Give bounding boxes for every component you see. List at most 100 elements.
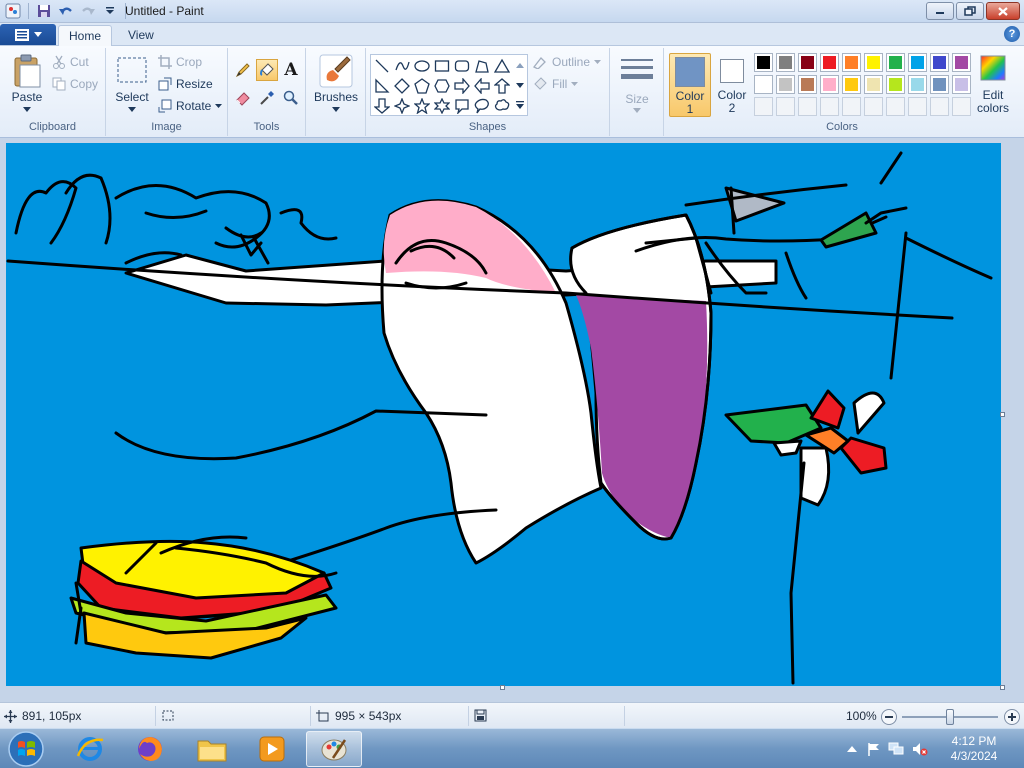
taskbar-internet-explorer[interactable] bbox=[62, 731, 118, 767]
redo-icon[interactable] bbox=[79, 2, 97, 20]
six-point-star-shape[interactable] bbox=[432, 96, 452, 116]
down-arrow-shape[interactable] bbox=[372, 96, 392, 116]
size-button[interactable]: Size bbox=[614, 52, 660, 114]
copy-button[interactable]: Copy bbox=[52, 77, 98, 91]
color-picker-tool[interactable] bbox=[256, 87, 278, 109]
palette-swatch[interactable] bbox=[908, 75, 927, 94]
text-tool[interactable]: A bbox=[280, 59, 302, 81]
palette-swatch[interactable] bbox=[754, 53, 773, 72]
palette-swatch[interactable] bbox=[842, 75, 861, 94]
tab-view[interactable]: View bbox=[118, 25, 164, 46]
restore-button[interactable] bbox=[956, 2, 984, 20]
palette-swatch-empty[interactable] bbox=[820, 97, 839, 116]
palette-swatch[interactable] bbox=[886, 75, 905, 94]
curve-shape[interactable] bbox=[392, 56, 412, 76]
palette-swatch-empty[interactable] bbox=[908, 97, 927, 116]
palette-swatch[interactable] bbox=[864, 53, 883, 72]
zoom-slider[interactable] bbox=[902, 709, 998, 725]
palette-swatch[interactable] bbox=[842, 53, 861, 72]
palette-swatch[interactable] bbox=[820, 75, 839, 94]
palette-swatch[interactable] bbox=[952, 75, 971, 94]
palette-swatch-empty[interactable] bbox=[798, 97, 817, 116]
close-button[interactable] bbox=[986, 2, 1020, 20]
color2-button[interactable]: Color 2 bbox=[713, 53, 751, 117]
cut-button[interactable]: Cut bbox=[52, 55, 89, 69]
hexagon-shape[interactable] bbox=[432, 76, 452, 96]
edit-colors-button[interactable]: Edit colors bbox=[976, 53, 1010, 117]
file-menu-button[interactable] bbox=[0, 24, 56, 45]
rectangle-shape[interactable] bbox=[432, 56, 452, 76]
paste-button[interactable]: Paste bbox=[6, 52, 48, 114]
polygon-shape[interactable] bbox=[472, 56, 492, 76]
cloud-callout-shape[interactable] bbox=[492, 96, 512, 116]
oval-shape[interactable] bbox=[412, 56, 432, 76]
palette-swatch[interactable] bbox=[776, 75, 795, 94]
rotate-button[interactable]: Rotate bbox=[158, 99, 223, 113]
shapes-scroll-up[interactable] bbox=[514, 57, 526, 75]
triangle-shape[interactable] bbox=[492, 56, 512, 76]
palette-swatch[interactable] bbox=[930, 75, 949, 94]
line-shape[interactable] bbox=[372, 56, 392, 76]
palette-swatch[interactable] bbox=[776, 53, 795, 72]
eraser-tool[interactable] bbox=[232, 87, 254, 109]
shapes-expand[interactable] bbox=[514, 96, 526, 114]
paint-app-icon[interactable] bbox=[4, 2, 22, 20]
up-arrow-shape[interactable] bbox=[492, 76, 512, 96]
taskbar-media-player[interactable] bbox=[244, 731, 300, 767]
color1-button[interactable]: Color 1 bbox=[669, 53, 711, 117]
palette-swatch-empty[interactable] bbox=[842, 97, 861, 116]
pencil-tool[interactable] bbox=[232, 59, 254, 81]
palette-swatch-empty[interactable] bbox=[952, 97, 971, 116]
palette-swatch-empty[interactable] bbox=[754, 97, 773, 116]
palette-swatch[interactable] bbox=[886, 53, 905, 72]
crop-button[interactable]: Crop bbox=[158, 55, 202, 69]
volume-muted-icon[interactable] bbox=[912, 741, 928, 757]
palette-swatch[interactable] bbox=[864, 75, 883, 94]
palette-swatch-empty[interactable] bbox=[930, 97, 949, 116]
rounded-callout-shape[interactable] bbox=[452, 96, 472, 116]
outline-button[interactable]: Outline bbox=[532, 55, 602, 69]
fill-tool[interactable] bbox=[256, 59, 278, 81]
action-center-icon[interactable] bbox=[866, 741, 882, 757]
canvas-resize-handle-bottom[interactable] bbox=[500, 685, 505, 690]
left-arrow-shape[interactable] bbox=[472, 76, 492, 96]
palette-swatch-empty[interactable] bbox=[864, 97, 883, 116]
minimize-button[interactable] bbox=[926, 2, 954, 20]
customize-qat-icon[interactable] bbox=[101, 2, 119, 20]
system-clock[interactable]: 4:12 PM 4/3/2024 bbox=[942, 734, 1006, 764]
start-button[interactable] bbox=[4, 729, 48, 768]
palette-swatch[interactable] bbox=[798, 75, 817, 94]
fill-button[interactable]: Fill bbox=[532, 77, 579, 91]
zoom-out-button[interactable] bbox=[881, 709, 897, 725]
palette-swatch-empty[interactable] bbox=[886, 97, 905, 116]
magnifier-tool[interactable] bbox=[280, 87, 302, 109]
palette-swatch[interactable] bbox=[952, 53, 971, 72]
undo-icon[interactable] bbox=[57, 2, 75, 20]
diamond-shape[interactable] bbox=[392, 76, 412, 96]
brushes-button[interactable]: Brushes bbox=[310, 52, 362, 114]
taskbar-paint[interactable] bbox=[306, 731, 362, 767]
palette-swatch[interactable] bbox=[754, 75, 773, 94]
four-point-star-shape[interactable] bbox=[392, 96, 412, 116]
palette-swatch[interactable] bbox=[798, 53, 817, 72]
palette-swatch-empty[interactable] bbox=[776, 97, 795, 116]
palette-swatch[interactable] bbox=[820, 53, 839, 72]
zoom-slider-thumb[interactable] bbox=[946, 709, 954, 725]
right-triangle-shape[interactable] bbox=[372, 76, 392, 96]
palette-swatch[interactable] bbox=[930, 53, 949, 72]
oval-callout-shape[interactable] bbox=[472, 96, 492, 116]
resize-button[interactable]: Resize bbox=[158, 77, 213, 91]
pentagon-shape[interactable] bbox=[412, 76, 432, 96]
tab-home[interactable]: Home bbox=[58, 25, 112, 46]
network-icon[interactable] bbox=[888, 741, 904, 757]
palette-swatch[interactable] bbox=[908, 53, 927, 72]
taskbar-firefox[interactable] bbox=[122, 731, 178, 767]
right-arrow-shape[interactable] bbox=[452, 76, 472, 96]
five-point-star-shape[interactable] bbox=[412, 96, 432, 116]
shapes-scroll-down[interactable] bbox=[514, 76, 526, 94]
zoom-in-button[interactable] bbox=[1004, 709, 1020, 725]
rounded-rectangle-shape[interactable] bbox=[452, 56, 472, 76]
canvas-resize-handle-corner[interactable] bbox=[1000, 685, 1005, 690]
canvas-resize-handle-right[interactable] bbox=[1000, 412, 1005, 417]
show-hidden-icons[interactable] bbox=[844, 741, 860, 757]
